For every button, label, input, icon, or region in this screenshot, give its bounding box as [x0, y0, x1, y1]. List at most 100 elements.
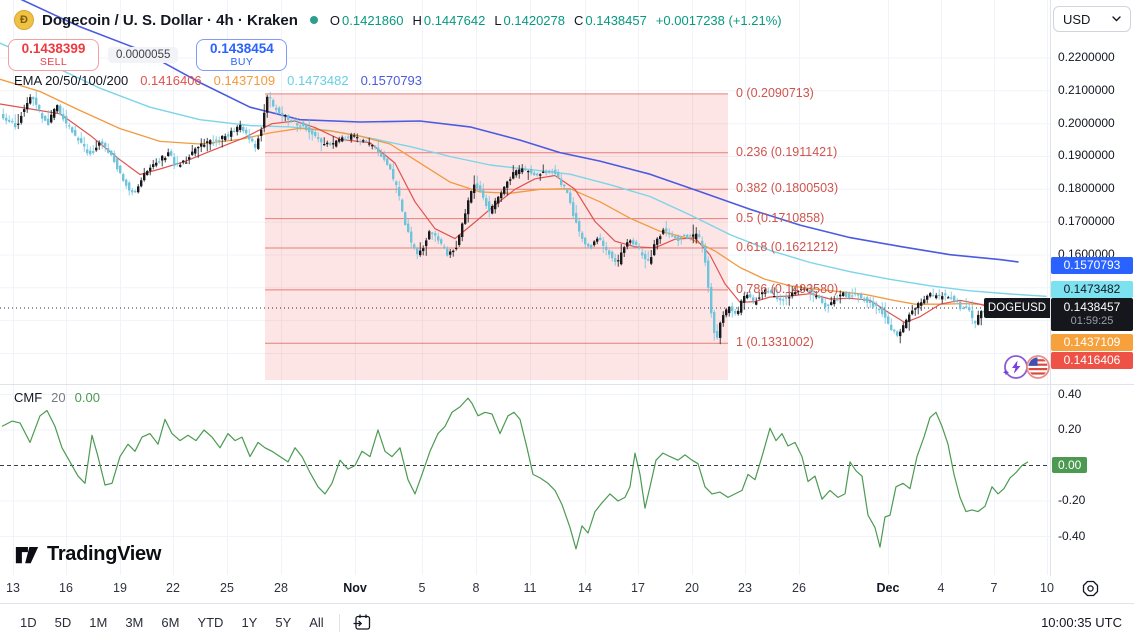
ohlc-high: H0.1447642 — [412, 13, 485, 28]
cmf-value: 0.00 — [75, 390, 100, 405]
time-axis-tick: 4 — [938, 581, 945, 595]
us-flag-icon[interactable] — [1024, 353, 1052, 381]
range-button-all[interactable]: All — [301, 610, 331, 635]
buy-button[interactable]: 0.1438454 BUY — [196, 39, 287, 71]
time-axis-tick: 13 — [6, 581, 20, 595]
go-to-date-button[interactable] — [347, 610, 378, 635]
time-axis-tick: 25 — [220, 581, 234, 595]
ohlc-close: C0.1438457 — [574, 13, 647, 28]
range-button-ytd[interactable]: YTD — [189, 610, 231, 635]
price-line-symbol-tag: DOGEUSD — [984, 298, 1050, 318]
time-axis-tick: 8 — [473, 581, 480, 595]
time-axis-tick: 14 — [578, 581, 592, 595]
time-axis-tick: 17 — [631, 581, 645, 595]
pane-corner-icons — [1001, 353, 1052, 381]
market-status-dot[interactable] — [310, 16, 318, 24]
ema-legend-title: EMA 20/50/100/200 — [14, 73, 128, 88]
bottom-toolbar: 1D5D1M3M6MYTD1Y5YAll 10:00:35 UTC — [0, 603, 1134, 641]
price-axis-tick: 0.2200000 — [1058, 50, 1115, 64]
price-axis-tick: 0.1900000 — [1058, 148, 1115, 162]
dogecoin-icon: Ð — [14, 10, 34, 30]
chart-header: Ð Dogecoin / U. S. Dollar · 4h · Kraken … — [14, 8, 782, 32]
time-axis-tick: 16 — [59, 581, 73, 595]
chevron-down-icon — [1112, 16, 1121, 22]
price-axis-tick: 0.1700000 — [1058, 214, 1115, 228]
fib-level-label: 0.236 (0.1911421) — [736, 145, 837, 159]
fib-level-label: 0.382 (0.1800503) — [736, 181, 838, 195]
timezone-clock[interactable]: 10:00:35 UTC — [1041, 615, 1122, 630]
range-button-5d[interactable]: 5D — [47, 610, 80, 635]
ema-legend-value: 0.1570793 — [361, 73, 422, 88]
calendar-icon — [353, 613, 372, 632]
range-button-1y[interactable]: 1Y — [233, 610, 265, 635]
time-axis-tick: 11 — [524, 581, 537, 595]
cmf-axis-tick: -0.40 — [1058, 529, 1085, 543]
price-axis-value-label: 0.1416406 — [1051, 352, 1133, 369]
range-button-6m[interactable]: 6M — [153, 610, 187, 635]
cmf-axis-tick: 0.20 — [1058, 422, 1081, 436]
cmf-zero-axis-label: 0.00 — [1052, 457, 1087, 473]
price-axis-value-label: 0.143845701:59:25 — [1051, 298, 1133, 331]
ema-legend-value: 0.1416406 — [140, 73, 201, 88]
price-axis-value-label: 0.1473482 — [1051, 281, 1133, 298]
fib-level-label: 0.5 (0.1710858) — [736, 211, 824, 225]
trade-widget: 0.1438399 SELL 0.0000055 0.1438454 BUY — [8, 39, 287, 71]
time-axis-tick: 22 — [166, 581, 180, 595]
currency-value: USD — [1063, 12, 1090, 27]
fib-level-label: 0 (0.2090713) — [736, 86, 814, 100]
time-axis-tick: 7 — [991, 581, 998, 595]
price-axis[interactable]: 0.2200000 0.2100000 0.2000000 0.1900000 0.18… — [1050, 0, 1134, 602]
ema-legend-value: 0.1473482 — [287, 73, 348, 88]
fib-level-label: 0.786 (0.1493580) — [736, 282, 838, 296]
time-axis-tick: 19 — [113, 581, 127, 595]
range-button-5y[interactable]: 5Y — [267, 610, 299, 635]
buy-price: 0.1438454 — [210, 42, 274, 56]
price-axis-value-label: 0.1570793 — [1051, 257, 1133, 274]
time-axis-tick: 20 — [685, 581, 699, 595]
tradingview-logo[interactable]: TradingView — [14, 541, 161, 567]
cmf-axis-tick: 0.40 — [1058, 387, 1081, 401]
time-axis-tick: 28 — [274, 581, 288, 595]
price-change: +0.0017238 (+1.21%) — [656, 13, 782, 28]
sell-price: 0.1438399 — [22, 42, 86, 56]
cmf-name: CMF — [14, 390, 42, 405]
toolbar-divider — [339, 614, 340, 632]
fib-level-label: 0.618 (0.1621212) — [736, 240, 838, 254]
time-axis-tick: 5 — [419, 581, 426, 595]
time-axis-tick: 26 — [792, 581, 806, 595]
tradingview-logo-text: TradingView — [47, 543, 161, 566]
ema-indicator-legend[interactable]: EMA 20/50/100/200 0.14164060.14371090.14… — [14, 73, 422, 88]
time-axis-tick: Nov — [343, 581, 367, 595]
cmf-axis-tick: -0.20 — [1058, 493, 1085, 507]
time-axis[interactable]: 131619222528Nov58111417202326Dec4710 — [0, 576, 1134, 602]
cmf-param: 20 — [51, 390, 65, 405]
fib-level-label: 1 (0.1331002) — [736, 335, 814, 349]
ema-legend-values: 0.1416406 0.1437109 0.1473482 0.1570793 — [140, 73, 422, 88]
ema-legend-value: 0.1437109 — [214, 73, 275, 88]
price-axis-value-label: 0.1437109 — [1051, 334, 1133, 351]
spread-value: 0.0000055 — [108, 47, 178, 63]
tradingview-mark-icon — [14, 541, 40, 567]
range-button-3m[interactable]: 3M — [117, 610, 151, 635]
time-axis-tick: 23 — [738, 581, 752, 595]
price-axis-tick: 0.2100000 — [1058, 83, 1115, 97]
currency-selector[interactable]: USD — [1053, 6, 1131, 32]
sell-button[interactable]: 0.1438399 SELL — [8, 39, 99, 71]
range-button-1m[interactable]: 1M — [81, 610, 115, 635]
price-axis-tick: 0.1800000 — [1058, 181, 1115, 195]
range-button-1d[interactable]: 1D — [12, 610, 45, 635]
ohlc-open: O0.1421860 — [330, 13, 404, 28]
chart-canvas[interactable] — [0, 0, 1050, 602]
time-axis-tick: Dec — [877, 581, 900, 595]
tradingview-chart-app: 0 (0.2090713) 0.236 (0.1911421) 0.382 (0.1… — [0, 0, 1134, 641]
sell-label: SELL — [40, 57, 67, 68]
symbol-title[interactable]: Dogecoin / U. S. Dollar · 4h · Kraken — [42, 12, 298, 29]
pane-separator[interactable] — [0, 384, 1134, 385]
dogecoin-glyph: Ð — [20, 14, 28, 26]
ohlc-low: L0.1420278 — [494, 13, 565, 28]
buy-label: BUY — [230, 57, 253, 68]
cmf-indicator-legend[interactable]: CMF 20 0.00 — [14, 390, 100, 405]
bar-close-countdown: 01:59:25 — [1051, 315, 1133, 329]
price-axis-tick: 0.2000000 — [1058, 116, 1115, 130]
range-buttons: 1D5D1M3M6MYTD1Y5YAll — [12, 610, 332, 635]
